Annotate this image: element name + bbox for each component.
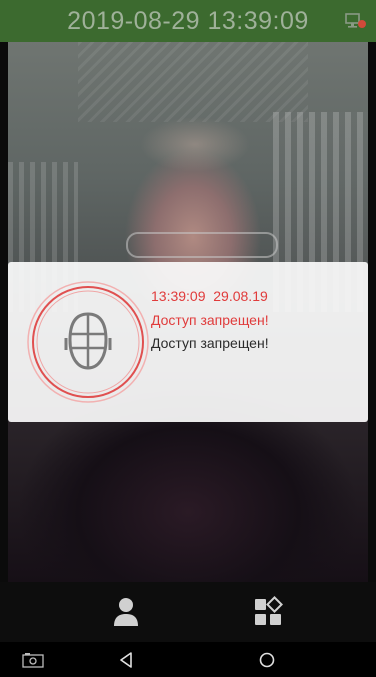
access-message-text: Доступ запрещен! bbox=[151, 335, 269, 351]
status-bar: 2019-08-29 13:39:09 bbox=[0, 0, 376, 42]
datetime-display: 2019-08-29 13:39:09 bbox=[67, 6, 309, 35]
person-hair bbox=[140, 117, 250, 172]
user-button[interactable] bbox=[108, 594, 144, 630]
face-recognition-icon bbox=[27, 281, 149, 403]
access-control-screen: 2019-08-29 13:39:09 13:39:09 29.08.19 До… bbox=[0, 0, 376, 677]
network-alert-icon bbox=[345, 13, 366, 28]
user-icon bbox=[114, 598, 138, 626]
home-button[interactable] bbox=[254, 648, 280, 672]
navigation-bar bbox=[0, 642, 376, 677]
back-icon bbox=[120, 652, 132, 668]
access-notification: 13:39:09 29.08.19 Доступ запрещен! Досту… bbox=[8, 262, 368, 422]
apps-button[interactable] bbox=[250, 594, 286, 630]
home-icon bbox=[259, 652, 275, 668]
screenshot-button[interactable] bbox=[20, 648, 46, 672]
event-timestamp: 13:39:09 29.08.19 bbox=[151, 288, 268, 304]
control-bar bbox=[0, 582, 376, 642]
back-button[interactable] bbox=[113, 648, 139, 672]
person-glasses bbox=[126, 232, 278, 258]
apps-icon bbox=[255, 596, 283, 625]
ceiling-detail bbox=[78, 42, 308, 122]
access-status-text: Доступ запрещен! bbox=[151, 312, 269, 328]
screenshot-icon bbox=[22, 653, 44, 668]
